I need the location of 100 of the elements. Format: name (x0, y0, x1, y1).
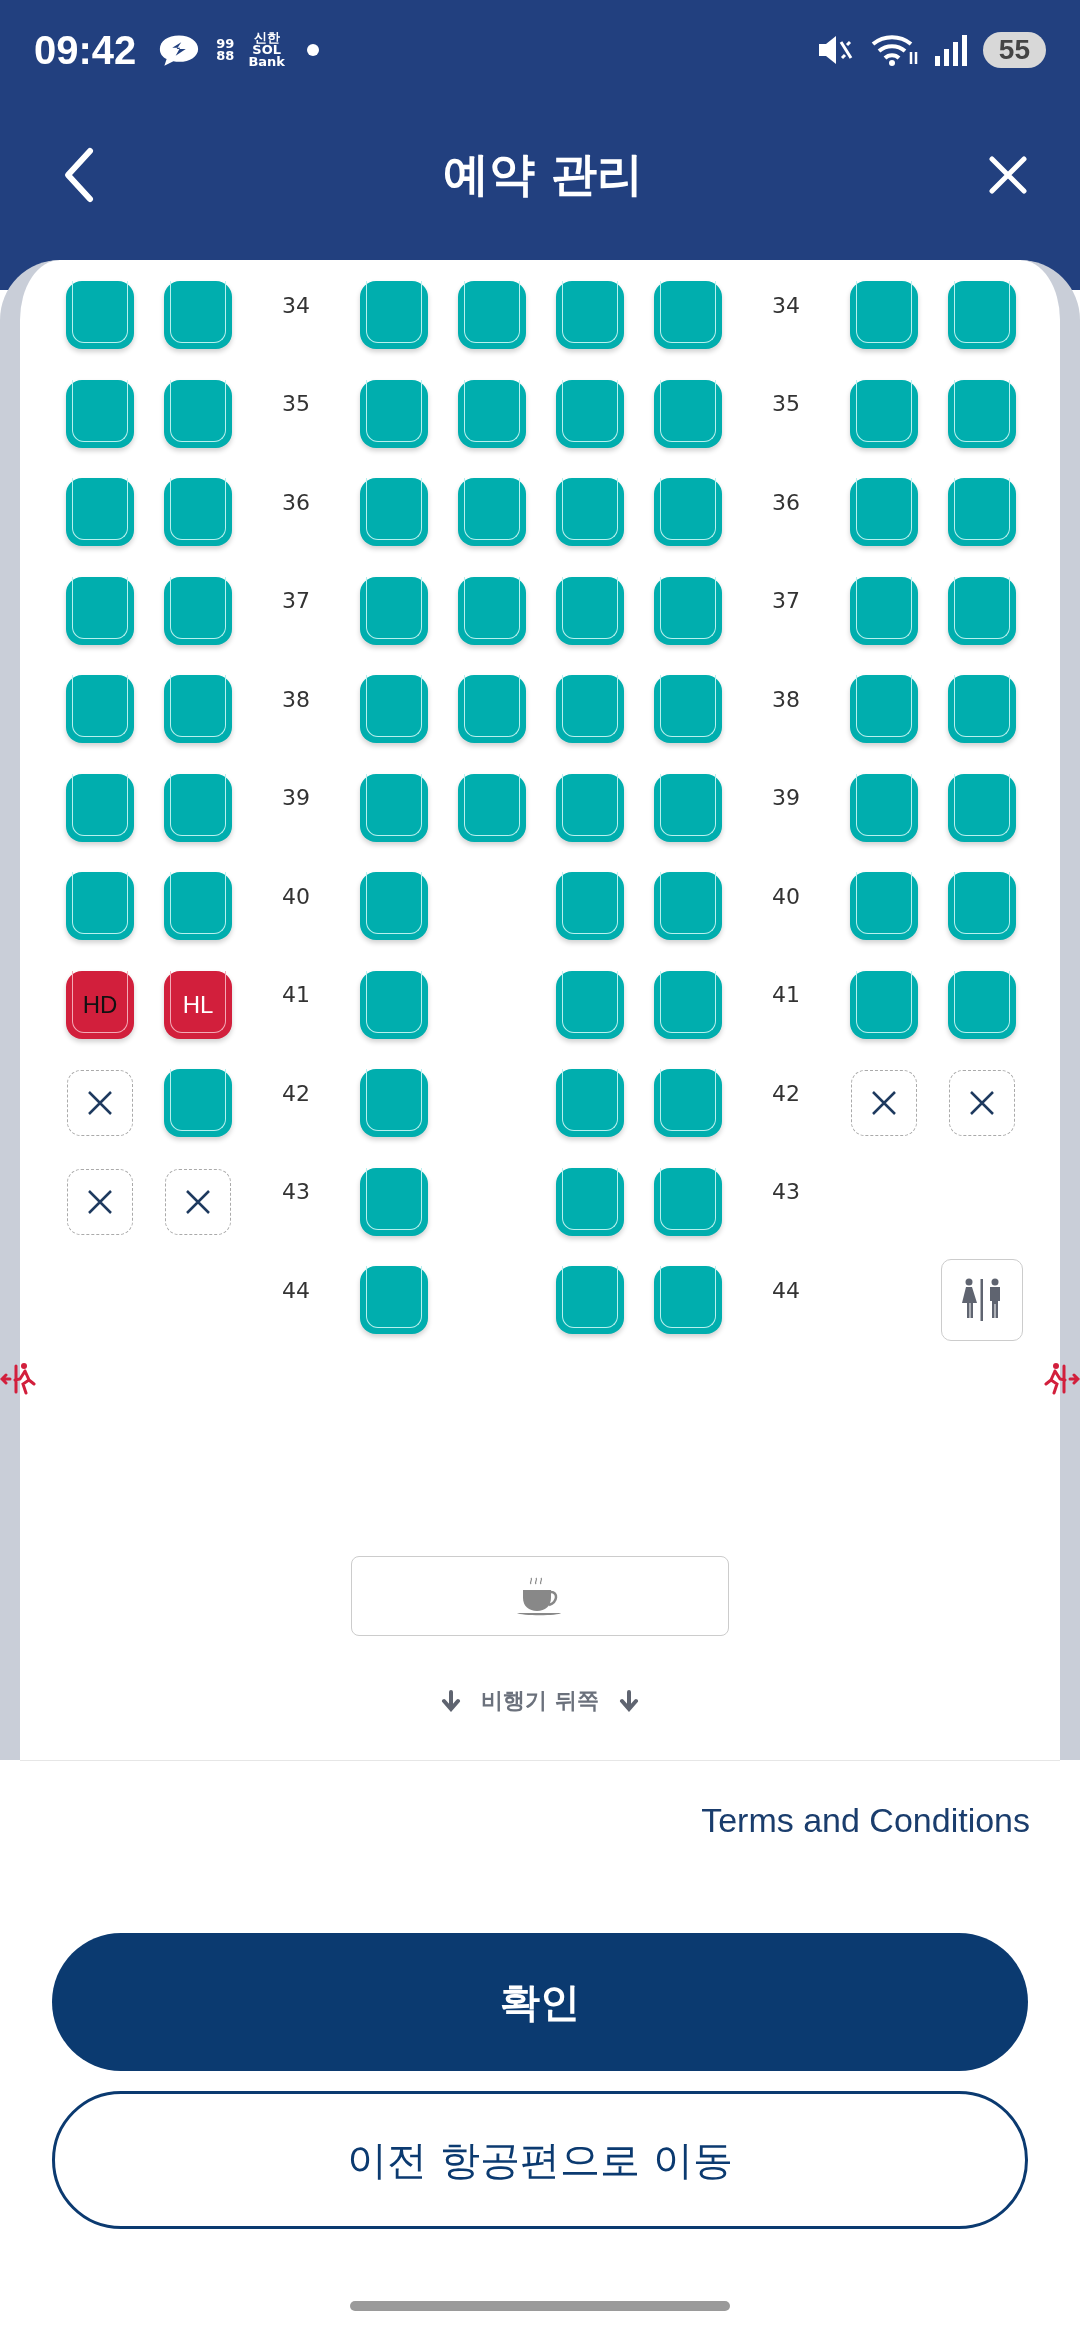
row-number: 40 (281, 882, 311, 911)
row-number: 36 (281, 488, 311, 517)
available-seat[interactable] (556, 872, 624, 941)
available-seat[interactable] (850, 872, 918, 941)
available-seat[interactable] (850, 478, 918, 547)
available-seat[interactable] (654, 281, 722, 350)
available-seat[interactable] (948, 675, 1016, 744)
cross-icon (87, 1188, 113, 1215)
available-seat[interactable] (850, 675, 918, 744)
available-seat[interactable] (360, 773, 428, 842)
row-number: 44 (281, 1276, 311, 1305)
available-seat[interactable] (360, 281, 428, 350)
available-seat[interactable] (654, 1266, 722, 1335)
available-seat[interactable] (66, 281, 134, 350)
available-seat[interactable] (948, 379, 1016, 448)
available-seat[interactable] (458, 478, 526, 547)
row-number: 41 (281, 981, 311, 1010)
available-seat[interactable] (948, 970, 1016, 1039)
available-seat[interactable] (654, 576, 722, 645)
available-seat[interactable] (556, 379, 624, 448)
available-seat[interactable] (948, 281, 1016, 350)
row-number: 40 (771, 882, 801, 911)
previous-flight-button[interactable]: 이전 항공편으로 이동 (52, 2091, 1028, 2229)
available-seat[interactable] (66, 576, 134, 645)
available-seat[interactable] (66, 773, 134, 842)
available-seat[interactable] (360, 1266, 428, 1335)
close-icon (986, 153, 1030, 197)
available-seat[interactable] (66, 872, 134, 941)
available-seat[interactable] (948, 872, 1016, 941)
available-seat[interactable] (654, 1167, 722, 1236)
available-seat[interactable] (458, 281, 526, 350)
available-seat[interactable] (948, 773, 1016, 842)
available-seat[interactable] (66, 478, 134, 547)
available-seat[interactable] (360, 970, 428, 1039)
confirm-button[interactable]: 확인 (52, 1933, 1028, 2071)
available-seat[interactable] (360, 1167, 428, 1236)
available-seat[interactable] (654, 379, 722, 448)
row-number: 44 (771, 1276, 801, 1305)
available-seat[interactable] (654, 970, 722, 1039)
row-number: 38 (771, 685, 801, 714)
available-seat[interactable] (458, 675, 526, 744)
row-number: 38 (281, 685, 311, 714)
row-number: 37 (281, 587, 311, 616)
status-time: 09:42 (34, 27, 137, 73)
available-seat[interactable] (458, 773, 526, 842)
available-seat[interactable] (360, 872, 428, 941)
available-seat[interactable] (164, 1069, 232, 1138)
available-seat[interactable] (556, 970, 624, 1039)
available-seat[interactable] (948, 576, 1016, 645)
cross-icon (87, 1090, 113, 1117)
available-seat[interactable] (360, 675, 428, 744)
available-seat[interactable] (556, 478, 624, 547)
restricted-seat[interactable]: HL (164, 970, 232, 1039)
available-seat[interactable] (458, 379, 526, 448)
available-seat[interactable] (850, 281, 918, 350)
row-number: 34 (281, 291, 311, 320)
available-seat[interactable] (556, 1167, 624, 1236)
row-number: 36 (771, 488, 801, 517)
available-seat[interactable] (654, 675, 722, 744)
available-seat[interactable] (654, 478, 722, 547)
row-number: 34 (771, 291, 801, 320)
available-seat[interactable] (850, 576, 918, 645)
available-seat[interactable] (66, 675, 134, 744)
row-number: 35 (771, 390, 801, 419)
available-seat[interactable] (360, 379, 428, 448)
row-number: 42 (281, 1079, 311, 1108)
available-seat[interactable] (556, 576, 624, 645)
row-number: 43 (281, 1178, 311, 1207)
available-seat[interactable] (164, 379, 232, 448)
available-seat[interactable] (164, 281, 232, 350)
row-number: 35 (281, 390, 311, 419)
available-seat[interactable] (850, 970, 918, 1039)
available-seat[interactable] (164, 773, 232, 842)
available-seat[interactable] (164, 872, 232, 941)
available-seat[interactable] (556, 1266, 624, 1335)
available-seat[interactable] (164, 675, 232, 744)
direction-label: 비행기 뒤쪽 (481, 1686, 599, 1715)
available-seat[interactable] (948, 478, 1016, 547)
available-seat[interactable] (556, 773, 624, 842)
available-seat[interactable] (556, 675, 624, 744)
cross-icon (969, 1090, 995, 1117)
available-seat[interactable] (654, 773, 722, 842)
available-seat[interactable] (850, 773, 918, 842)
available-seat[interactable] (458, 576, 526, 645)
available-seat[interactable] (164, 478, 232, 547)
available-seat[interactable] (556, 1069, 624, 1138)
available-seat[interactable] (164, 576, 232, 645)
available-seat[interactable] (360, 576, 428, 645)
battery-indicator: 55 (982, 32, 1046, 68)
available-seat[interactable] (360, 478, 428, 547)
available-seat[interactable] (654, 872, 722, 941)
terms-link[interactable]: Terms and Conditions (701, 1801, 1030, 1861)
close-button[interactable] (986, 153, 1030, 197)
available-seat[interactable] (66, 379, 134, 448)
restricted-seat[interactable]: HD (66, 970, 134, 1039)
available-seat[interactable] (654, 1069, 722, 1138)
row-number: 39 (281, 784, 311, 813)
available-seat[interactable] (360, 1069, 428, 1138)
available-seat[interactable] (556, 281, 624, 350)
available-seat[interactable] (850, 379, 918, 448)
